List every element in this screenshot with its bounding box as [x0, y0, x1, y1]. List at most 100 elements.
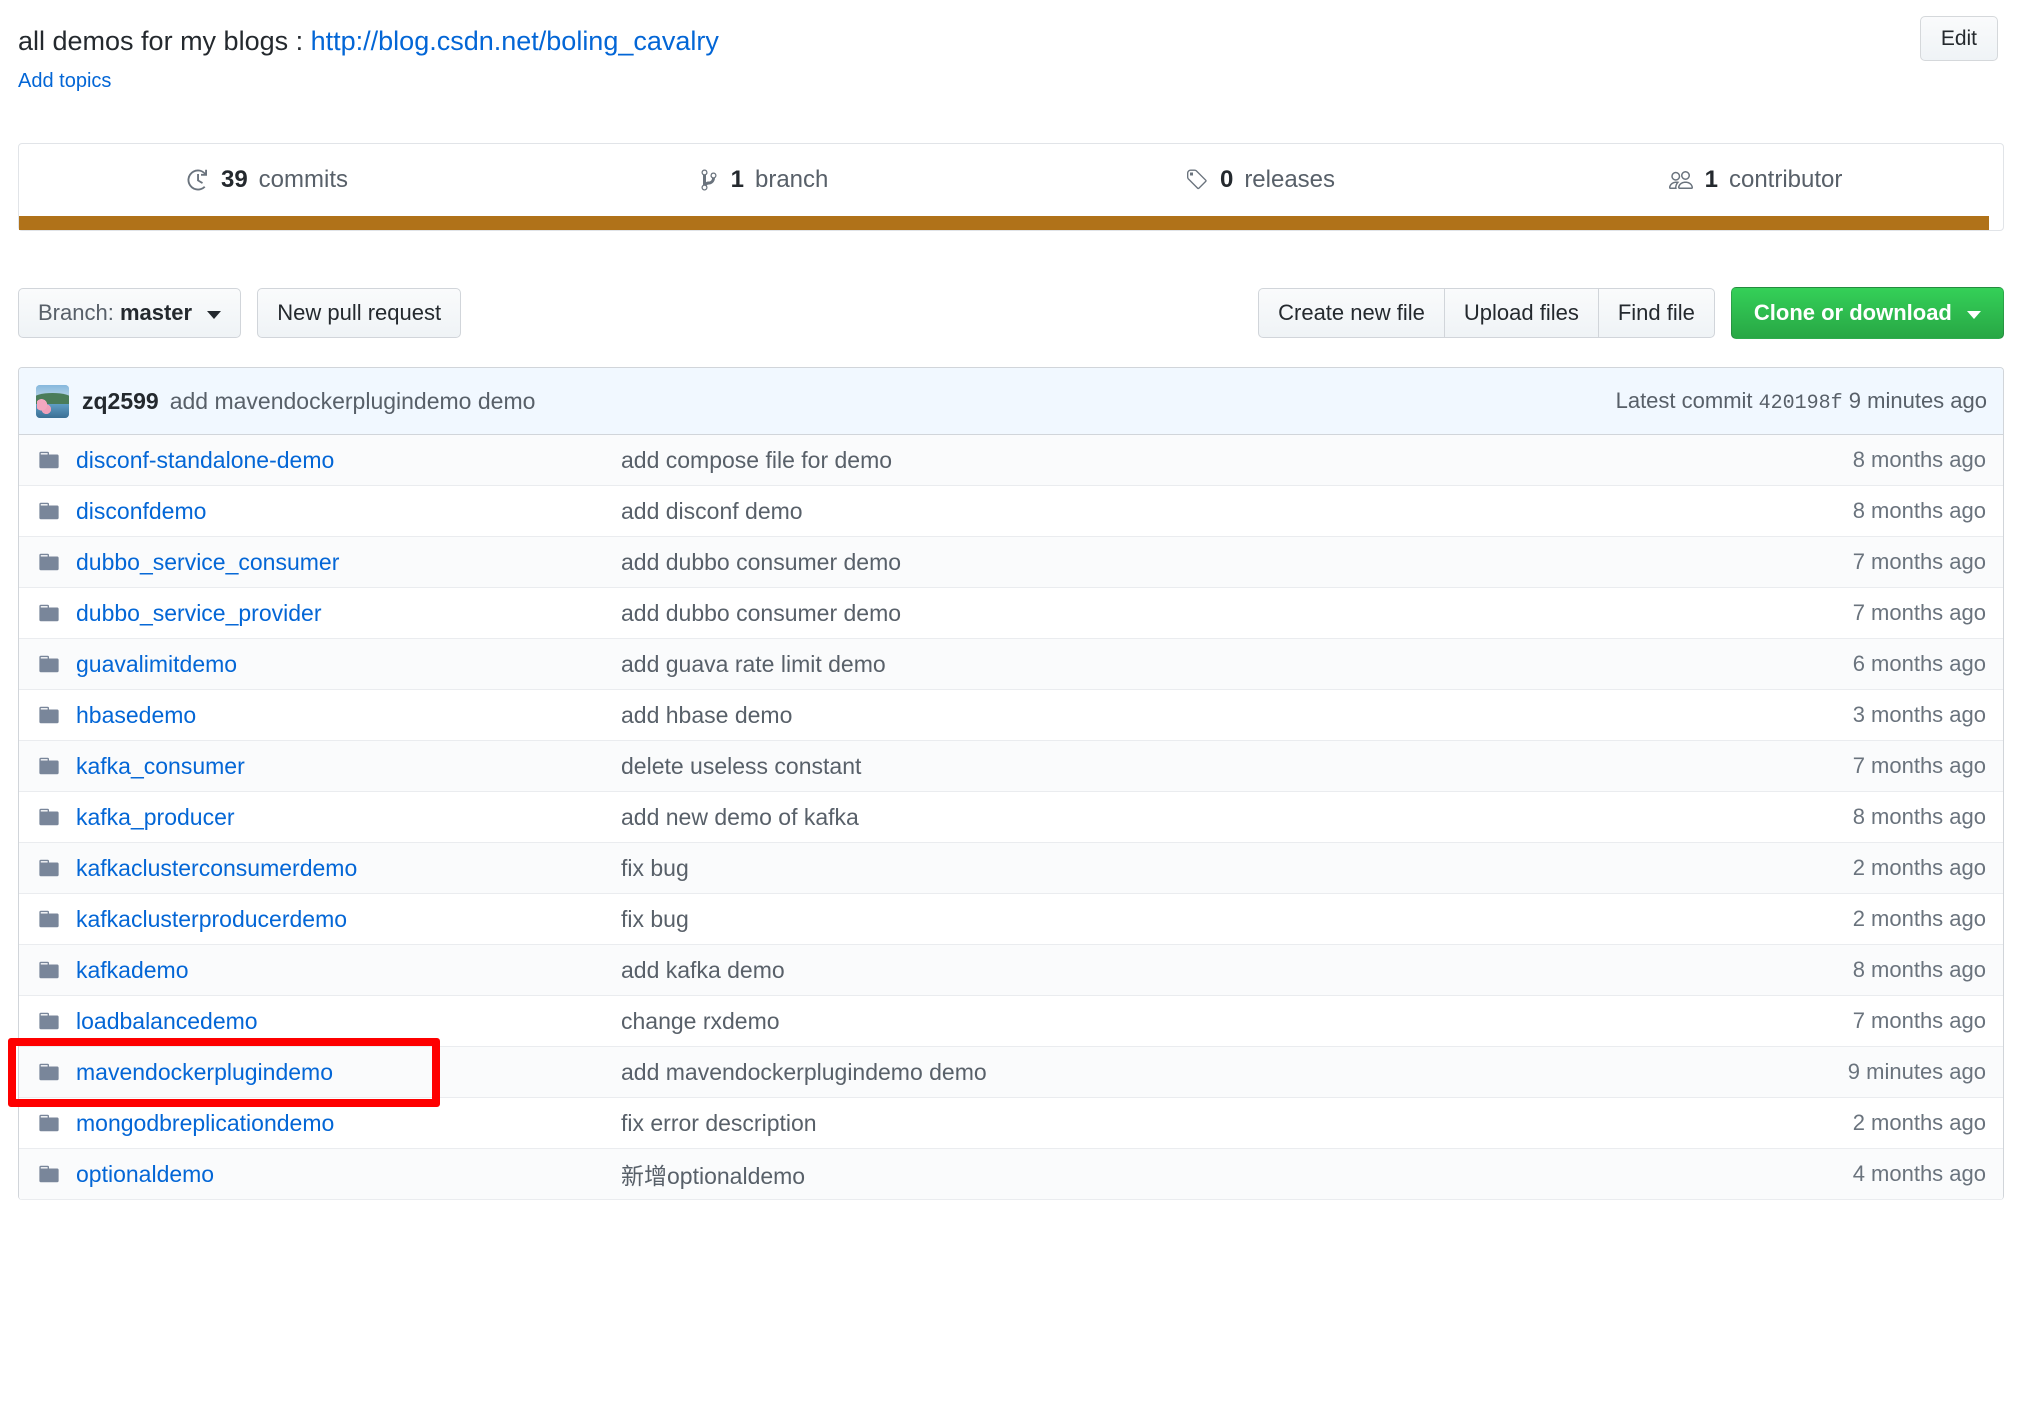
- file-name-cell: disconf-standalone-demo: [36, 447, 616, 474]
- table-row[interactable]: disconf-standalone-demo add compose file …: [19, 435, 2003, 486]
- file-name-link[interactable]: mongodbreplicationdemo: [76, 1110, 334, 1137]
- branches-label: branch: [755, 166, 828, 194]
- commit-age-cell: 7 months ago: [1726, 600, 1986, 626]
- table-row[interactable]: loadbalancedemo change rxdemo7 months ago: [19, 996, 2003, 1047]
- folder-icon: [36, 1010, 62, 1032]
- clone-or-download-button[interactable]: Clone or download: [1731, 287, 2004, 338]
- commit-age-cell: 8 months ago: [1726, 447, 1986, 473]
- table-row[interactable]: kafka_consumerdelete useless constant7 m…: [19, 741, 2003, 792]
- branch-name-label: master: [120, 300, 192, 325]
- releases-label: releases: [1244, 166, 1335, 194]
- file-name-cell: kafka_consumer: [36, 753, 616, 780]
- file-name-link[interactable]: kafkaclusterconsumerdemo: [76, 855, 357, 882]
- branch-selector-button[interactable]: Branch: master: [18, 288, 241, 337]
- commits-stat[interactable]: 39 commits: [19, 166, 515, 194]
- commit-message-cell[interactable]: add disconf demo: [616, 498, 1726, 525]
- commit-age-cell: 7 months ago: [1726, 549, 1986, 575]
- language-segment-java[interactable]: [19, 216, 1989, 230]
- upload-files-button[interactable]: Upload files: [1444, 288, 1598, 337]
- file-name-link[interactable]: kafkaclusterproducerdemo: [76, 906, 347, 933]
- file-name-link[interactable]: disconf-standalone-demo: [76, 447, 334, 474]
- file-name-cell: kafkademo: [36, 957, 616, 984]
- commit-age-cell: 4 months ago: [1726, 1161, 1986, 1187]
- commit-age-cell: 9 minutes ago: [1726, 1059, 1986, 1085]
- file-name-cell: guavalimitdemo: [36, 651, 616, 678]
- file-name-cell: dubbo_service_consumer: [36, 549, 616, 576]
- file-name-link[interactable]: hbasedemo: [76, 702, 196, 729]
- releases-stat[interactable]: 0 releases: [1011, 166, 1507, 194]
- edit-button[interactable]: Edit: [1920, 16, 1998, 61]
- table-row[interactable]: dubbo_service_consumer add dubbo consumer…: [19, 537, 2003, 588]
- table-row[interactable]: kafkaclusterconsumerdemo fix bug2 months …: [19, 843, 2003, 894]
- file-name-cell: kafkaclusterconsumerdemo: [36, 855, 616, 882]
- commit-message-cell[interactable]: add hbase demo: [616, 702, 1726, 729]
- commit-message-cell[interactable]: add compose file for demo: [616, 447, 1726, 474]
- table-row[interactable]: kafka_produceradd new demo of kafka8 mon…: [19, 792, 2003, 843]
- file-name-link[interactable]: disconfdemo: [76, 498, 206, 525]
- table-row[interactable]: dubbo_service_provider add dubbo consumer…: [19, 588, 2003, 639]
- branch-prefix-label: Branch:: [38, 300, 114, 325]
- table-row[interactable]: guavalimitdemo add guava rate limit demo6…: [19, 639, 2003, 690]
- commit-message-cell[interactable]: add dubbo consumer demo: [616, 549, 1726, 576]
- commit-message-cell[interactable]: add mavendockerplugindemo demo: [616, 1059, 1726, 1086]
- find-file-button[interactable]: Find file: [1598, 288, 1715, 337]
- description-url-link[interactable]: http://blog.csdn.net/boling_cavalry: [311, 26, 719, 56]
- commit-age-cell: 2 months ago: [1726, 1110, 1986, 1136]
- commit-author-link[interactable]: zq2599: [82, 388, 159, 415]
- folder-icon: [36, 755, 62, 777]
- table-row[interactable]: mongodbreplicationdemo fix error descript…: [19, 1098, 2003, 1149]
- commit-message-cell[interactable]: fix error description: [616, 1110, 1726, 1137]
- add-topics-link[interactable]: Add topics: [18, 70, 111, 93]
- create-new-file-button[interactable]: Create new file: [1258, 288, 1444, 337]
- commit-message-cell[interactable]: add new demo of kafka: [616, 804, 1726, 831]
- file-name-link[interactable]: loadbalancedemo: [76, 1008, 258, 1035]
- releases-count: 0: [1220, 166, 1233, 194]
- table-row[interactable]: mavendockerplugindemo add mavendockerplug…: [19, 1047, 2003, 1098]
- file-name-link[interactable]: kafkademo: [76, 957, 189, 984]
- contributors-label: contributor: [1729, 166, 1842, 194]
- commit-message-cell[interactable]: 新增optionaldemo: [616, 1157, 1726, 1191]
- file-name-link[interactable]: mavendockerplugindemo: [76, 1059, 333, 1086]
- commit-message-cell[interactable]: add kafka demo: [616, 957, 1726, 984]
- commit-age-cell: 8 months ago: [1726, 957, 1986, 983]
- file-name-cell: dubbo_service_provider: [36, 600, 616, 627]
- commit-age-cell: 6 months ago: [1726, 651, 1986, 677]
- commit-message-cell[interactable]: change rxdemo: [616, 1008, 1726, 1035]
- table-row[interactable]: disconfdemoadd disconf demo8 months ago: [19, 486, 2003, 537]
- file-name-link[interactable]: kafka_consumer: [76, 753, 245, 780]
- folder-icon: [36, 1163, 62, 1185]
- branches-stat[interactable]: 1 branch: [515, 166, 1011, 194]
- commit-message-cell[interactable]: fix bug: [616, 855, 1726, 882]
- commit-age-cell: 3 months ago: [1726, 702, 1986, 728]
- file-name-link[interactable]: optionaldemo: [76, 1161, 214, 1188]
- commit-message-cell[interactable]: fix bug: [616, 906, 1726, 933]
- commit-message-cell[interactable]: delete useless constant: [616, 753, 1726, 780]
- repository-header: all demos for my blogs : http://blog.csd…: [18, 10, 2004, 93]
- contributors-count: 1: [1705, 166, 1718, 194]
- file-name-link[interactable]: kafka_producer: [76, 804, 235, 831]
- contributors-stat[interactable]: 1 contributor: [1507, 166, 2003, 194]
- table-row[interactable]: hbasedemo add hbase demo3 months ago: [19, 690, 2003, 741]
- file-name-link[interactable]: guavalimitdemo: [76, 651, 237, 678]
- file-name-link[interactable]: dubbo_service_provider: [76, 600, 322, 627]
- folder-icon: [36, 449, 62, 471]
- file-list-table: zq2599 add mavendockerplugindemo demo La…: [18, 367, 2004, 1200]
- table-row[interactable]: kafkaclusterproducerdemofix bug2 months …: [19, 894, 2003, 945]
- table-row[interactable]: kafkademo add kafka demo8 months ago: [19, 945, 2003, 996]
- folder-icon: [36, 857, 62, 879]
- table-row[interactable]: optionaldemo 新增optionaldemo4 months ago: [19, 1149, 2003, 1200]
- file-name-link[interactable]: dubbo_service_consumer: [76, 549, 339, 576]
- new-pull-request-button[interactable]: New pull request: [257, 288, 461, 337]
- commit-message-link[interactable]: add mavendockerplugindemo demo: [170, 388, 536, 415]
- commits-count: 39: [221, 166, 248, 194]
- numbers-summary: 39 commits 1 branch 0 re: [19, 144, 2003, 216]
- language-bar: [19, 216, 2003, 230]
- commit-sha-link[interactable]: 420198f: [1759, 392, 1843, 415]
- folder-icon: [36, 602, 62, 624]
- commit-message-cell[interactable]: add dubbo consumer demo: [616, 600, 1726, 627]
- branches-count: 1: [731, 166, 744, 194]
- commit-age-cell: 2 months ago: [1726, 855, 1986, 881]
- commit-message-cell[interactable]: add guava rate limit demo: [616, 651, 1726, 678]
- commit-age-cell: 7 months ago: [1726, 1008, 1986, 1034]
- chevron-down-icon: [1967, 311, 1981, 319]
